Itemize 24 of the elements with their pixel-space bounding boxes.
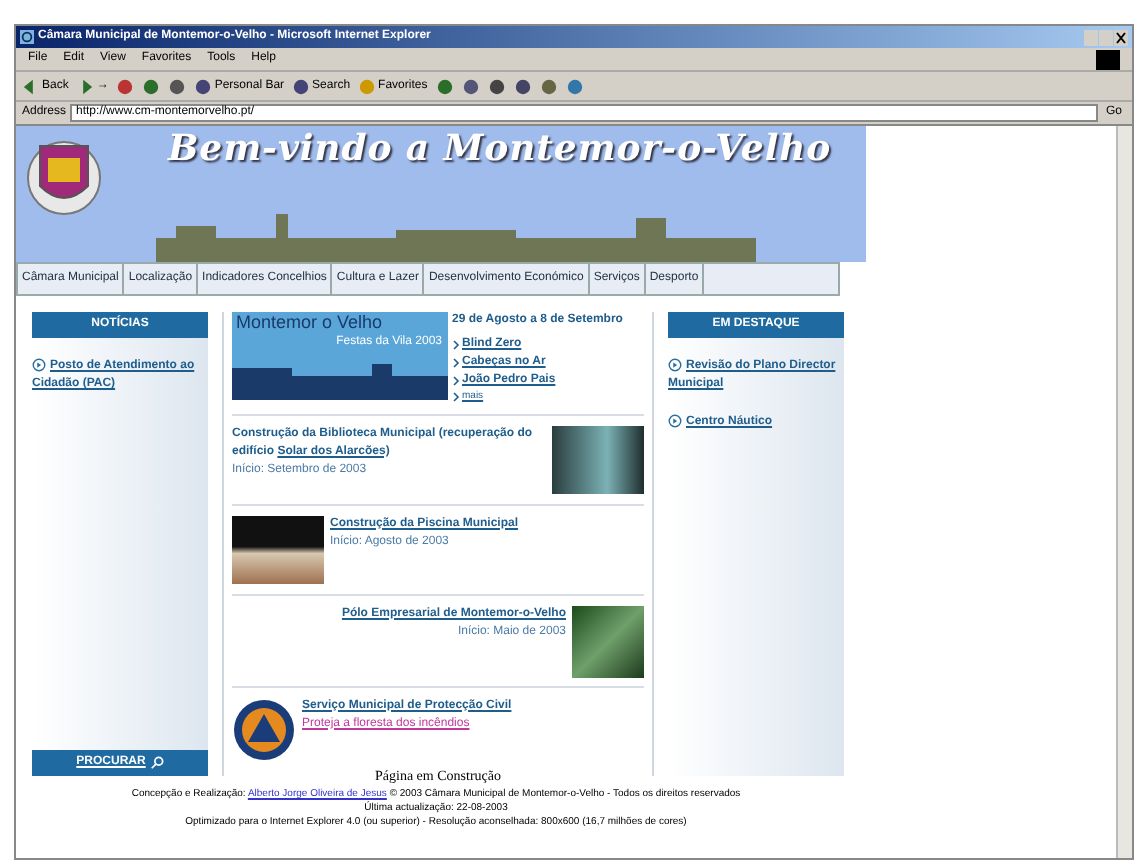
circle-arrow-icon	[668, 358, 682, 372]
building-photo-placeholder	[552, 425, 644, 493]
toolbar-button[interactable]	[487, 77, 506, 95]
toolbar-button[interactable]	[513, 77, 532, 95]
circle-arrow-icon	[668, 414, 682, 429]
circle-arrow-icon	[32, 358, 46, 372]
industrial-park-photo-placeholder	[572, 605, 644, 677]
civil-protection-emblem-icon	[232, 697, 296, 761]
toolbar-button[interactable]	[116, 77, 135, 95]
browser-icon	[20, 30, 34, 44]
toolbar-button[interactable]	[461, 77, 480, 95]
toolbar-button[interactable]	[565, 77, 584, 95]
window-controls-icon[interactable]	[1084, 29, 1128, 45]
toolbar-button[interactable]	[168, 77, 187, 95]
pool-site-photo-placeholder	[232, 515, 324, 583]
throbber-logo	[1096, 49, 1120, 69]
toolbar-button[interactable]	[435, 77, 454, 95]
toolbar-button[interactable]	[142, 77, 161, 95]
toolbar-icon	[358, 77, 377, 95]
toolbar-button[interactable]	[539, 77, 558, 95]
banner-title: Bem-vindo a Montemor-o-Velho	[168, 126, 832, 174]
search-icon	[292, 77, 311, 95]
search-icon	[149, 756, 164, 770]
festival-title: Montemor o Velho	[234, 312, 385, 334]
